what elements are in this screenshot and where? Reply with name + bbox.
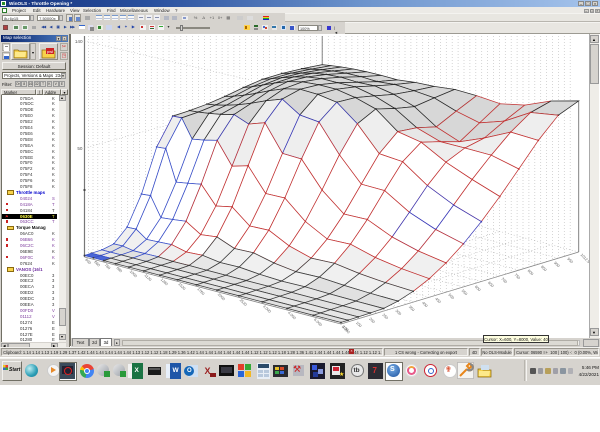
svg-text:500: 500 [447,293,454,300]
svg-text:pwl: pwl [47,49,53,54]
svg-text:600: 600 [474,285,481,292]
svg-text:300: 300 [395,309,402,316]
svg-text:950: 950 [566,257,573,264]
svg-text:140: 140 [75,39,83,44]
svg-text:400: 400 [421,301,428,308]
svg-text:200: 200 [368,317,375,324]
svg-text:750: 750 [513,273,520,280]
svg-text:880: 880 [115,266,122,273]
svg-text:900: 900 [553,261,560,268]
svg-text:50: 50 [77,146,83,151]
svg-text:350: 350 [408,305,415,312]
svg-text:760: 760 [104,263,111,270]
svg-text:250: 250 [381,313,388,320]
svg-text:700: 700 [500,277,507,284]
svg-text:550: 550 [461,289,468,296]
svg-text:650: 650 [487,281,494,288]
svg-text:850: 850 [540,265,547,272]
svg-text:800: 800 [527,269,534,276]
svg-text:150: 150 [355,321,362,328]
svg-text:450: 450 [434,297,441,304]
